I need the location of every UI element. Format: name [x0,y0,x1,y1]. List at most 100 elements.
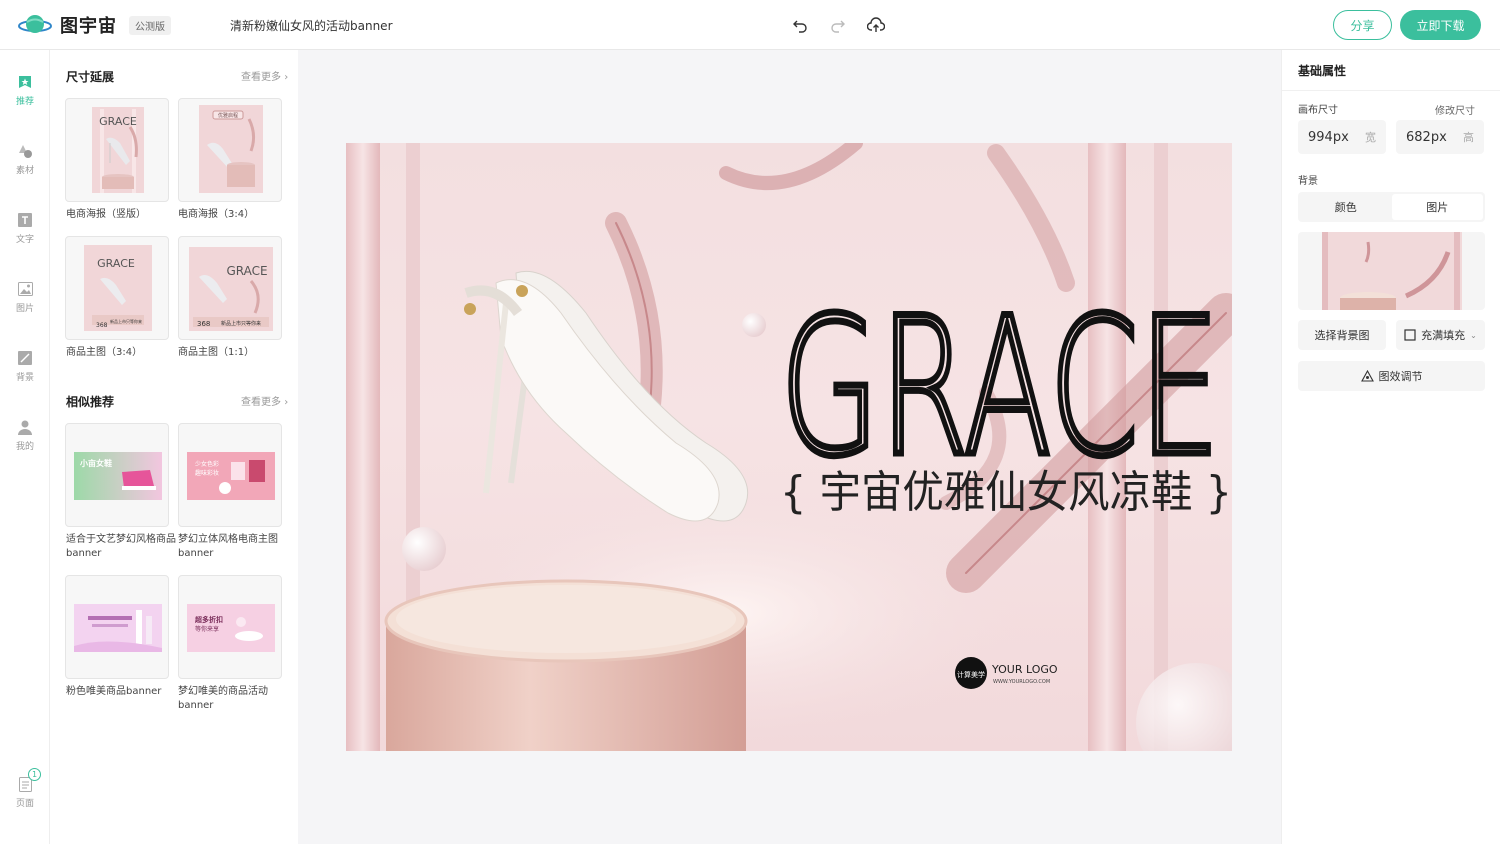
redo-icon [831,20,845,33]
pearl-decoration [742,313,766,337]
template-panel: 尺寸延展 查看更多 › GRACE 电商海报（竖版） 优雅启程 电商海报（3:4… [50,50,298,844]
card-label: 梦幻立体风格电商主图banner [178,534,278,559]
similar-card-literary[interactable]: 小亩女鞋 [65,423,169,527]
rail-item-background[interactable]: 背景 [0,350,50,383]
thumb-price: 368 [197,320,210,328]
top-header: 图宇宙 公测版 清新粉嫩仙女风的活动banner 分享 立即下载 [0,0,1500,50]
chevron-down-icon: ⌄ [1470,330,1477,340]
resize-link[interactable]: 修改尺寸 [1435,102,1475,117]
brand-logo[interactable]: 计算美学 YOUR LOGO WWW.YOURLOGO.COM [955,657,1058,689]
text-icon [17,212,33,228]
size-extension-title: 尺寸延展 [66,70,115,84]
background-type-tabs: 颜色 图片 [1298,192,1485,222]
rail-item-label: 推荐 [15,97,34,107]
rail-item-label: 我的 [15,442,34,452]
app-logo[interactable]: 图宇宙 公测版 [18,12,171,38]
pearl-decoration [402,527,446,571]
see-more-label: 查看更多 [241,397,281,408]
canvas-artwork: GRACE { 宇宙优雅仙女风凉鞋 } 计算美学 YOUR LOGO WWW.Y… [346,143,1232,751]
similar-see-more-link[interactable]: 查看更多 › [241,393,288,408]
fill-mode-value: 充满填充 [1421,329,1466,342]
card-label: 适合于文艺梦幻风格商品banner [66,534,176,559]
rail-item-label: 背景 [15,373,34,383]
share-button[interactable]: 分享 [1333,10,1392,40]
thumb-headline: 小亩女鞋 [79,458,112,468]
similar-card-dreamy[interactable]: 少女色彩 趣味彩妆 [178,423,282,527]
page-count-badge: 1 [28,768,41,781]
card-label: 梦幻唯美的商品活动banner [178,686,268,711]
cloud-upload-icon [867,17,885,32]
recommend-icon [17,74,33,90]
document-title[interactable]: 清新粉嫩仙女风的活动banner [230,17,393,34]
basic-properties-title: 基础属性 [1298,64,1347,78]
properties-panel: 基础属性 画布尺寸 修改尺寸 994px 宽 682px 高 背景 颜色 图片 … [1281,50,1500,844]
thumb-price: 368 [96,322,108,329]
beta-badge: 公测版 [129,15,171,35]
template-card-poster-vertical[interactable]: GRACE [65,98,169,202]
planet-logo-icon [18,15,52,33]
cloud-save-button[interactable] [866,15,886,35]
redo-button[interactable] [828,15,848,35]
rail-item-text[interactable]: 文字 [0,212,50,245]
left-nav-rail: 推荐 素材 文字 图片 背景 我的 1 页面 [0,50,50,844]
card-label: 商品主图（3:4） [66,347,143,358]
image-icon [17,281,33,297]
template-card-product-3-4[interactable]: GRACE 368 新品上市只等你来 [65,236,169,340]
undo-button[interactable] [790,15,810,35]
sandals-product-image [464,270,749,522]
thumb-elegant-text: 优雅启程 [218,112,238,119]
background-thumbnail [1322,232,1462,310]
card-label: 粉色唯美商品banner [66,686,162,697]
card-label: 电商海报（3:4） [178,209,255,220]
rail-item-label: 页面 [15,799,34,809]
similar-card-activity[interactable]: 超多折扣 等你来享 [178,575,282,679]
design-canvas[interactable]: GRACE { 宇宙优雅仙女风凉鞋 } 计算美学 YOUR LOGO WWW.Y… [346,143,1232,751]
template-card-product-1-1[interactable]: GRACE 368 新品上市只等你来 [178,236,282,340]
template-card-poster-3-4[interactable]: 优雅启程 [178,98,282,202]
similar-card-pink[interactable] [65,575,169,679]
product-thumbnail: GRACE 368 新品上市只等你来 [189,247,273,331]
banner-thumbnail: 超多折扣 等你来享 [187,604,275,652]
banner-thumbnail: 少女色彩 趣味彩妆 [187,452,275,500]
similar-title: 相似推荐 [66,395,115,409]
download-button[interactable]: 立即下载 [1400,10,1481,40]
pillar-left [346,143,380,751]
thumb-subline: 等你来享 [195,625,219,633]
rail-item-mine[interactable]: 我的 [0,419,50,452]
thumb-grace-text: GRACE [226,264,267,278]
background-icon [17,350,33,366]
rail-item-label: 图片 [15,304,34,314]
choose-background-button[interactable]: 选择背景图 [1298,320,1386,350]
width-unit: 宽 [1365,131,1376,144]
banner-thumbnail: 小亩女鞋 [74,452,162,500]
rail-item-materials[interactable]: 素材 [0,143,50,176]
grace-headline[interactable]: GRACE [777,274,1224,502]
rail-item-recommend[interactable]: 推荐 [0,74,50,107]
rail-item-label: 素材 [15,166,34,176]
effect-adjust-button[interactable]: 图效调节 [1298,361,1485,391]
tab-image[interactable]: 图片 [1391,194,1483,220]
width-input[interactable]: 994px 宽 [1298,120,1386,154]
fill-frame-icon [1404,329,1416,341]
background-preview[interactable] [1298,232,1485,310]
logo-url: WWW.YOURLOGO.COM [993,679,1050,685]
podium [384,579,748,751]
canvas-subtitle[interactable]: { 宇宙优雅仙女风凉鞋 } [780,467,1232,518]
poster-thumbnail: 优雅启程 [199,105,263,193]
thumb-grace-text: GRACE [99,115,137,128]
thumb-headline: 超多折扣 [195,615,223,624]
height-unit: 高 [1463,131,1474,144]
card-label: 电商海报（竖版） [66,209,146,220]
rail-item-images[interactable]: 图片 [0,281,50,314]
height-value: 682px [1406,129,1447,145]
height-input[interactable]: 682px 高 [1396,120,1484,154]
thumb-grace-text: GRACE [97,257,135,270]
chevron-right-icon: › [284,397,289,408]
size-see-more-link[interactable]: 查看更多 › [241,68,288,83]
fill-mode-select[interactable]: 充满填充 ⌄ [1396,320,1485,350]
rail-item-pages[interactable]: 1 页面 [0,768,50,809]
tab-color[interactable]: 颜色 [1300,194,1392,220]
undo-icon [793,20,807,33]
user-icon [17,419,33,435]
canvas-size-label: 画布尺寸 [1298,105,1338,116]
